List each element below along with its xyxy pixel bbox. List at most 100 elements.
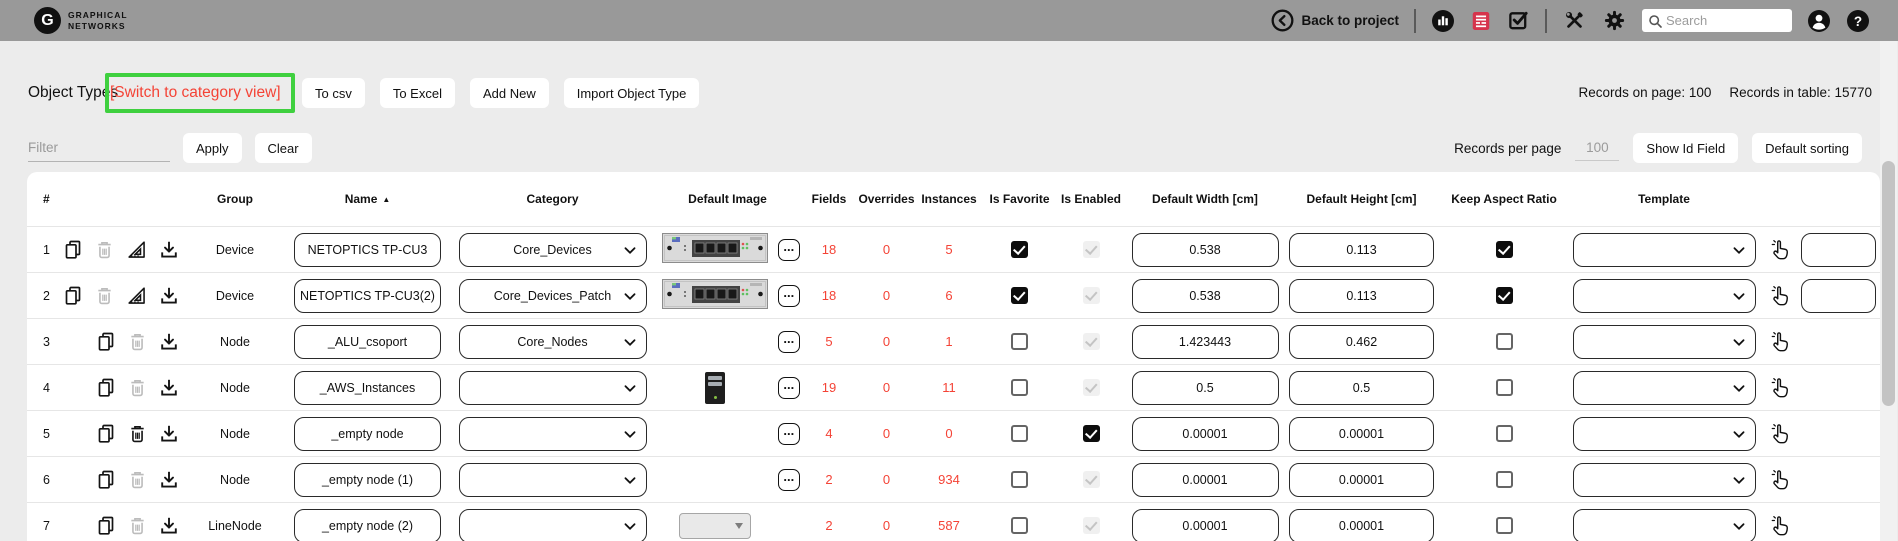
default-height-input[interactable]: 0.5 [1289, 371, 1434, 405]
download-icon[interactable] [159, 423, 179, 444]
show-id-field-button[interactable]: Show Id Field [1633, 133, 1738, 163]
is-enabled-checkbox[interactable] [1083, 425, 1100, 442]
default-height-input[interactable]: 0.462 [1289, 325, 1434, 359]
vertical-scrollbar[interactable] [1880, 41, 1897, 541]
name-input[interactable]: NETOPTICS TP-CU3(2) [294, 279, 441, 313]
tools-icon[interactable] [1562, 8, 1587, 33]
instances-count[interactable]: 5 [915, 242, 983, 257]
trash-icon[interactable] [95, 285, 114, 306]
clear-button[interactable]: Clear [255, 133, 312, 163]
name-input[interactable]: _ALU_csoport [294, 325, 441, 359]
copy-icon[interactable] [96, 331, 116, 352]
default-width-input[interactable]: 0.538 [1132, 233, 1279, 267]
is-favorite-checkbox[interactable] [1011, 333, 1028, 350]
is-favorite-checkbox[interactable] [1011, 287, 1028, 304]
instances-count[interactable]: 6 [915, 288, 983, 303]
is-favorite-checkbox[interactable] [1011, 425, 1028, 442]
keep-aspect-ratio-checkbox[interactable] [1496, 333, 1513, 350]
col-header-keep-aspect-ratio[interactable]: Keep Aspect Ratio [1439, 192, 1569, 206]
col-header-default-width[interactable]: Default Width [cm] [1126, 192, 1284, 206]
hand-pointer-icon[interactable] [1770, 238, 1791, 262]
trash-icon[interactable] [128, 377, 147, 398]
reports-icon[interactable] [1470, 10, 1492, 32]
col-header-default-height[interactable]: Default Height [cm] [1284, 192, 1439, 206]
category-select[interactable] [459, 509, 647, 541]
default-height-input[interactable]: 0.00001 [1289, 463, 1434, 497]
keep-aspect-ratio-checkbox[interactable] [1496, 287, 1513, 304]
switch-to-category-view-link[interactable]: [Switch to category view] [110, 73, 281, 113]
template-select[interactable] [1573, 463, 1756, 497]
ruler-icon[interactable] [126, 285, 147, 306]
keep-aspect-ratio-checkbox[interactable] [1496, 471, 1513, 488]
keep-aspect-ratio-checkbox[interactable] [1496, 379, 1513, 396]
copy-icon[interactable] [96, 377, 116, 398]
image-more-button[interactable]: ... [778, 285, 800, 307]
instances-count[interactable]: 934 [915, 472, 983, 487]
overrides-count[interactable]: 0 [858, 334, 915, 349]
is-favorite-checkbox[interactable] [1011, 471, 1028, 488]
download-icon[interactable] [159, 331, 179, 352]
col-header-fields[interactable]: Fields [800, 192, 858, 206]
hand-pointer-icon[interactable] [1770, 422, 1791, 446]
fields-count[interactable]: 2 [800, 518, 858, 533]
default-width-input[interactable]: 0.538 [1132, 279, 1279, 313]
keep-aspect-ratio-checkbox[interactable] [1496, 517, 1513, 534]
template-select[interactable] [1573, 417, 1756, 451]
fields-count[interactable]: 18 [800, 242, 858, 257]
keep-aspect-ratio-checkbox[interactable] [1496, 425, 1513, 442]
download-icon[interactable] [159, 515, 179, 536]
instances-count[interactable]: 11 [915, 380, 983, 395]
trash-icon[interactable] [95, 239, 114, 260]
copy-icon[interactable] [63, 285, 83, 306]
name-input[interactable]: NETOPTICS TP-CU3 [294, 233, 441, 267]
trash-icon[interactable] [128, 423, 147, 444]
col-header-is-enabled[interactable]: Is Enabled [1056, 192, 1126, 206]
import-object-type-button[interactable]: Import Object Type [564, 78, 700, 108]
is-favorite-checkbox[interactable] [1011, 379, 1028, 396]
default-width-input[interactable]: 0.00001 [1132, 509, 1279, 541]
col-header-instances[interactable]: Instances [915, 192, 983, 206]
search-input[interactable] [1666, 13, 1784, 28]
template-select[interactable] [1573, 233, 1756, 267]
default-sorting-button[interactable]: Default sorting [1752, 133, 1862, 163]
image-more-button[interactable]: ... [778, 469, 800, 491]
is-favorite-checkbox[interactable] [1011, 517, 1028, 534]
fields-count[interactable]: 4 [800, 426, 858, 441]
default-height-input[interactable]: 0.113 [1289, 279, 1434, 313]
fields-count[interactable]: 2 [800, 472, 858, 487]
records-per-page-input[interactable] [1575, 135, 1619, 161]
hand-pointer-icon[interactable] [1770, 376, 1791, 400]
tasks-icon[interactable] [1507, 9, 1530, 32]
filter-input[interactable] [28, 134, 170, 162]
category-select[interactable]: Core_Devices [459, 233, 647, 267]
ruler-icon[interactable] [126, 239, 147, 260]
category-select[interactable]: Core_Nodes [459, 325, 647, 359]
col-header-category[interactable]: Category [450, 192, 655, 206]
hand-pointer-icon[interactable] [1770, 330, 1791, 354]
copy-icon[interactable] [96, 423, 116, 444]
copy-icon[interactable] [96, 515, 116, 536]
is-enabled-checkbox[interactable] [1083, 517, 1100, 534]
to-csv-button[interactable]: To csv [302, 78, 365, 108]
hand-pointer-icon[interactable] [1770, 514, 1791, 538]
instances-count[interactable]: 0 [915, 426, 983, 441]
hand-pointer-icon[interactable] [1770, 284, 1791, 308]
trash-icon[interactable] [128, 515, 147, 536]
category-select[interactable]: Core_Devices_Patch [459, 279, 647, 313]
download-icon[interactable] [159, 239, 179, 260]
category-select[interactable] [459, 371, 647, 405]
image-more-button[interactable]: ... [778, 377, 800, 399]
template-select[interactable] [1573, 371, 1756, 405]
to-excel-button[interactable]: To Excel [380, 78, 455, 108]
instances-count[interactable]: 1 [915, 334, 983, 349]
is-enabled-checkbox[interactable] [1083, 471, 1100, 488]
icon-input[interactable] [1801, 233, 1876, 267]
trash-icon[interactable] [128, 469, 147, 490]
col-header-is-favorite[interactable]: Is Favorite [983, 192, 1056, 206]
category-select[interactable] [459, 463, 647, 497]
default-height-input[interactable]: 0.113 [1289, 233, 1434, 267]
scrollbar-thumb[interactable] [1882, 161, 1895, 406]
default-height-input[interactable]: 0.00001 [1289, 417, 1434, 451]
overrides-count[interactable]: 0 [858, 288, 915, 303]
keep-aspect-ratio-checkbox[interactable] [1496, 241, 1513, 258]
